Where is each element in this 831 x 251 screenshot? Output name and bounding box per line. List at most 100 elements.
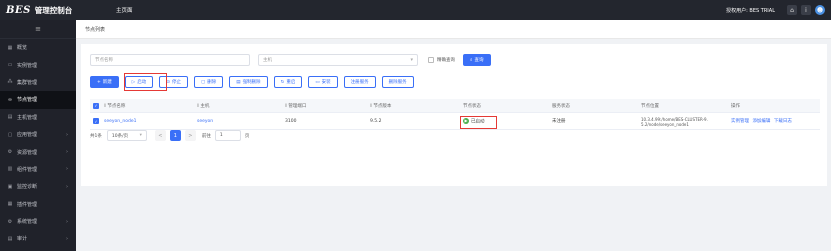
add-edit-link[interactable]: 添加编辑 xyxy=(752,119,770,124)
sidebar-nav: ▦ 概览 ▭ 实例管理 ⁂ 集群管理 ∞ 节点管理 ▤ 主机管理 ▢ 应用管理 › ⚙ 资源管理 › ▥ 组件管理… xyxy=(0,39,76,248)
top-header: BES 管理控制台 主页面 授权用户: BES TRIAL ⌂ i ☻ xyxy=(0,0,831,20)
toolbar-button-label: 强制删除 xyxy=(242,80,261,85)
bes-logo: BES xyxy=(6,4,31,16)
instance-manage-link[interactable]: 实例管理 xyxy=(731,119,749,124)
sidebar-item-icon: ▦ xyxy=(7,201,13,208)
delete-button[interactable]: ▢ 删除 xyxy=(194,76,224,88)
chevron-right-icon: › xyxy=(66,149,68,156)
host-link[interactable]: seeyon xyxy=(197,119,213,124)
chevron-right-icon: › xyxy=(66,166,68,173)
home-icon[interactable]: ⌂ xyxy=(787,5,797,15)
sidebar-item-label: 实例管理 xyxy=(17,62,38,69)
chevron-right-icon: › xyxy=(66,131,68,138)
sidebar-item-label: 组件管理 xyxy=(17,166,38,173)
prev-page-button[interactable]: < xyxy=(154,130,166,141)
sidebar-item-icon: ▤ xyxy=(7,114,13,121)
toolbar-button-icon: + xyxy=(97,79,101,85)
sidebar: ≡ ▦ 概览 ▭ 实例管理 ⁂ 集群管理 ∞ 节点管理 ▤ 主机管理 ▢ 应用管理 › ⚙ 资源管理 › ▥ 组件… xyxy=(0,20,76,251)
toolbar-button-label: 删除服务 xyxy=(388,80,407,85)
next-page-button[interactable]: > xyxy=(184,130,196,141)
sidebar-item-label: 应用管理 xyxy=(17,132,38,139)
sidebar-item[interactable]: ∞ 节点管理 xyxy=(0,91,76,109)
sidebar-item[interactable]: ⚙ 系统管理 › xyxy=(0,213,76,230)
page-1-button[interactable]: 1 xyxy=(169,130,181,141)
page-unit-label: 页 xyxy=(244,133,250,139)
row-checkbox[interactable]: ✓ xyxy=(93,118,99,124)
sidebar-item[interactable]: ▦ 插件管理 xyxy=(0,196,76,213)
chevron-down-icon: ▾ xyxy=(139,133,142,138)
sidebar-item[interactable]: ▢ 应用管理 › xyxy=(0,126,76,143)
page-size-select[interactable]: 10条/页 ▾ xyxy=(106,130,147,141)
new-button[interactable]: + 新建 xyxy=(90,76,119,88)
sidebar-item[interactable]: ▣ 监控诊断 › xyxy=(0,178,76,195)
node-name-placeholder: 节点名称 xyxy=(95,58,113,63)
sidebar-item[interactable]: ▭ 实例管理 xyxy=(0,56,76,73)
delete-service-button[interactable]: 删除服务 xyxy=(381,76,414,88)
goto-page-input[interactable]: 1 xyxy=(214,130,241,141)
toolbar-button-label: 删除 xyxy=(207,80,217,85)
force-delete-button[interactable]: ▤ 强制删除 xyxy=(229,76,268,88)
node-name-link[interactable]: seeyon_node1 xyxy=(104,119,137,124)
node-list-panel: 节点名称 主机 ▾ 精确查询 ⌕ 查询 + 新建 ▷ 启动 ⊙ 停止 ▢ 删除 ▤ 强制删除 ↻ 重启… xyxy=(81,44,827,186)
sidebar-item-icon: ▥ xyxy=(7,166,13,173)
user-avatar-icon[interactable]: ☻ xyxy=(815,5,825,15)
toolbar-button-icon: ↻ xyxy=(280,79,285,85)
location-value: 10.3.4.99:/home/BES-CLUSTER-9. 5.2/node/… xyxy=(641,117,708,127)
install-button[interactable]: ▭ 安装 xyxy=(308,76,338,88)
sidebar-item-icon: ▦ xyxy=(7,44,13,51)
column-header: ⦀ 节点名称 xyxy=(104,103,125,109)
sidebar-item[interactable]: ▤ 审计 › xyxy=(0,230,76,247)
sidebar-item-label: 集群管理 xyxy=(17,79,38,86)
toolbar-button-icon: ▭ xyxy=(315,79,320,85)
service-status-value: 未注册 xyxy=(552,119,566,124)
host-select[interactable]: 主机 ▾ xyxy=(258,54,418,66)
home-link[interactable]: 主页面 xyxy=(116,6,133,14)
port-value: 3100 xyxy=(285,118,297,124)
query-button[interactable]: ⌕ 查询 xyxy=(463,54,491,66)
exact-query-checkbox[interactable]: 精确查询 xyxy=(428,57,455,63)
select-all-checkbox[interactable]: ✓ xyxy=(93,102,99,109)
total-count: 共1条 xyxy=(90,133,102,139)
toolbar-button-label: 重启 xyxy=(286,80,296,85)
sidebar-item-label: 审计 xyxy=(17,236,28,243)
restart-button[interactable]: ↻ 重启 xyxy=(273,76,303,88)
sidebar-item[interactable]: ▤ 主机管理 xyxy=(0,109,76,126)
toolbar-button-icon: ▢ xyxy=(201,79,206,85)
page-size-value: 10条/页 xyxy=(111,133,129,139)
query-button-label: 查询 xyxy=(474,58,484,63)
table-header: ✓ ⦀ 节点名称 ⦀ 主机 ⦀ 管理端口 ⦀ 节点版本 节点状态 服务状态 节点… xyxy=(90,99,820,113)
toolbar-button-label: 新建 xyxy=(102,80,112,85)
col-location: 节点位置 xyxy=(641,103,659,109)
col-status: 节点状态 xyxy=(463,103,481,109)
col-host: 主机 xyxy=(200,103,210,109)
toolbar-button-label: 注册服务 xyxy=(350,80,369,85)
search-row: 节点名称 主机 ▾ 精确查询 ⌕ 查询 xyxy=(90,54,491,66)
chevron-right-icon: › xyxy=(66,235,68,242)
register-service-button[interactable]: 注册服务 xyxy=(343,76,376,88)
license-user-label: 授权用户: BES TRIAL xyxy=(726,7,775,14)
host-placeholder: 主机 xyxy=(263,58,272,63)
console-title: 管理控制台 xyxy=(34,5,73,15)
checkbox-icon[interactable] xyxy=(428,57,434,63)
node-name-input[interactable]: 节点名称 xyxy=(90,54,250,66)
info-icon[interactable]: i xyxy=(801,5,811,15)
goto-label: 前往 xyxy=(201,133,211,139)
sidebar-item[interactable]: ▥ 组件管理 › xyxy=(0,161,76,178)
sidebar-item[interactable]: ⁂ 集群管理 xyxy=(0,74,76,91)
col-port: 管理端口 xyxy=(288,103,307,109)
chevron-right-icon: › xyxy=(66,218,68,225)
search-icon: ⌕ xyxy=(470,58,473,63)
sidebar-item-icon: ▭ xyxy=(7,62,13,69)
pagination: 共1条 10条/页 ▾ < 1 > 前往 1 页 xyxy=(90,130,249,141)
sidebar-item-label: 系统管理 xyxy=(17,219,38,226)
download-log-link[interactable]: 下载日志 xyxy=(774,119,792,124)
column-header: ⦀ 节点版本 xyxy=(370,103,392,109)
sidebar-item-icon: ▤ xyxy=(7,235,13,242)
sidebar-item[interactable]: ▦ 概览 xyxy=(0,39,76,56)
menu-collapse-icon[interactable]: ≡ xyxy=(0,20,76,39)
sidebar-item-label: 监控诊断 xyxy=(17,184,38,191)
version-value: 9.5.2 xyxy=(370,118,382,124)
sidebar-item[interactable]: ⚙ 资源管理 › xyxy=(0,143,76,160)
col-node-name: 节点名称 xyxy=(107,103,126,109)
sidebar-item-icon: ⚙ xyxy=(7,218,13,225)
